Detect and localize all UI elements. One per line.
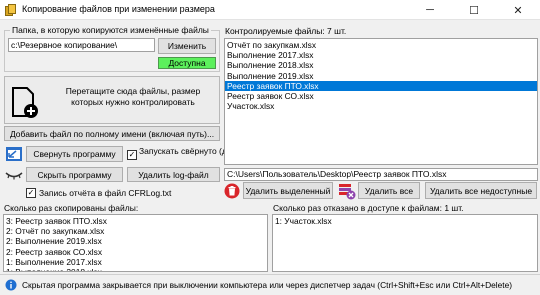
change-folder-button[interactable]: Изменить bbox=[158, 38, 216, 54]
add-by-name-button[interactable]: Добавить файл по полному имени (включая … bbox=[4, 126, 220, 141]
copied-log-label: Сколько раз скопированы файлы: bbox=[4, 203, 139, 213]
delete-icon[interactable] bbox=[224, 183, 240, 199]
copied-log-list[interactable]: 3: Реестр заявок ПТО.xlsx 2: Отчёт по зак… bbox=[3, 214, 268, 272]
drop-zone-text: Перетащите сюда файлы, размер которых ну… bbox=[65, 86, 201, 107]
list-item[interactable]: Отчёт по закупкам.xlsx bbox=[225, 40, 537, 50]
hide-program-button[interactable]: Скрыть программу bbox=[26, 167, 123, 182]
denied-log-list[interactable]: 1: Участок.xlsx bbox=[272, 214, 538, 272]
list-item[interactable]: 3: Реестр заявок ПТО.xlsx bbox=[4, 216, 267, 226]
drop-zone[interactable]: Перетащите сюда файлы, размер которых ну… bbox=[4, 76, 220, 124]
denied-log-label: Сколько раз отказано в доступе к файлам:… bbox=[273, 203, 464, 213]
list-item[interactable]: Выполнение 2019.xlsx bbox=[225, 71, 537, 81]
delete-all-button[interactable]: Удалить все bbox=[358, 182, 420, 199]
list-item[interactable]: Выполнение 2017.xlsx bbox=[225, 50, 537, 60]
list-item[interactable]: 2: Выполнение 2019.xlsx bbox=[4, 236, 267, 246]
controlled-files-label: Контролируемые файлы: 7 шт. bbox=[225, 26, 347, 36]
copy-files-icon bbox=[5, 4, 16, 16]
list-item[interactable]: 1: Выполнение 2017.xlsx bbox=[4, 257, 267, 267]
file-add-icon bbox=[12, 87, 38, 118]
write-log-label: Запись отчёта в файл CFRLog.txt bbox=[39, 188, 172, 198]
list-item[interactable]: 1: Выполнение 2018.xlsx bbox=[4, 267, 267, 271]
delete-selected-button[interactable]: Удалить выделенный bbox=[243, 182, 333, 199]
delete-log-button[interactable]: Удалить log-файл bbox=[127, 167, 220, 182]
hide-eye-icon[interactable] bbox=[5, 170, 23, 180]
title-bar: Копирование файлов при изменении размера… bbox=[0, 0, 540, 20]
close-button[interactable]: ✕ bbox=[496, 0, 540, 20]
list-item[interactable]: Реестр заявок СО.xlsx bbox=[225, 91, 537, 101]
minimize-button[interactable]: ─ bbox=[408, 0, 452, 20]
list-item[interactable]: 1: Участок.xlsx bbox=[273, 216, 537, 226]
list-item[interactable]: Реестр заявок ПТО.xlsx bbox=[225, 80, 537, 91]
folder-status-badge: Доступна bbox=[158, 57, 216, 69]
minimize-window-icon[interactable] bbox=[5, 146, 23, 162]
delete-unavailable-button[interactable]: Удалить все недоступные bbox=[425, 182, 537, 199]
list-item[interactable]: 2: Отчёт по закупкам.xlsx bbox=[4, 226, 267, 236]
list-item[interactable]: 2: Реестр заявок СО.xlsx bbox=[4, 247, 267, 257]
target-folder-label: Папка, в которую копируются изменённые ф… bbox=[10, 25, 211, 35]
write-log-checkbox[interactable]: ✓ bbox=[26, 188, 36, 198]
start-minimized-checkbox[interactable]: ✓ bbox=[127, 150, 137, 160]
status-bar: Скрытая программа закрывается при выключ… bbox=[0, 274, 540, 295]
maximize-button[interactable]: ☐ bbox=[452, 0, 496, 20]
delete-all-icon[interactable] bbox=[338, 182, 356, 200]
status-text: Скрытая программа закрывается при выключ… bbox=[22, 280, 513, 290]
list-item[interactable]: Выполнение 2018.xlsx bbox=[225, 60, 537, 70]
window-title: Копирование файлов при изменении размера bbox=[22, 4, 215, 14]
target-folder-path[interactable]: c:\Резервное копирование\ bbox=[8, 38, 155, 52]
selected-file-path[interactable]: C:\Users\Пользователь\Desktop\Реестр зая… bbox=[224, 168, 538, 181]
info-icon bbox=[5, 279, 17, 291]
controlled-files-list[interactable]: Отчёт по закупкам.xlsx Выполнение 2017.xl… bbox=[224, 38, 538, 165]
list-item[interactable]: Участок.xlsx bbox=[225, 101, 537, 111]
minimize-program-button[interactable]: Свернуть программу bbox=[26, 146, 123, 162]
